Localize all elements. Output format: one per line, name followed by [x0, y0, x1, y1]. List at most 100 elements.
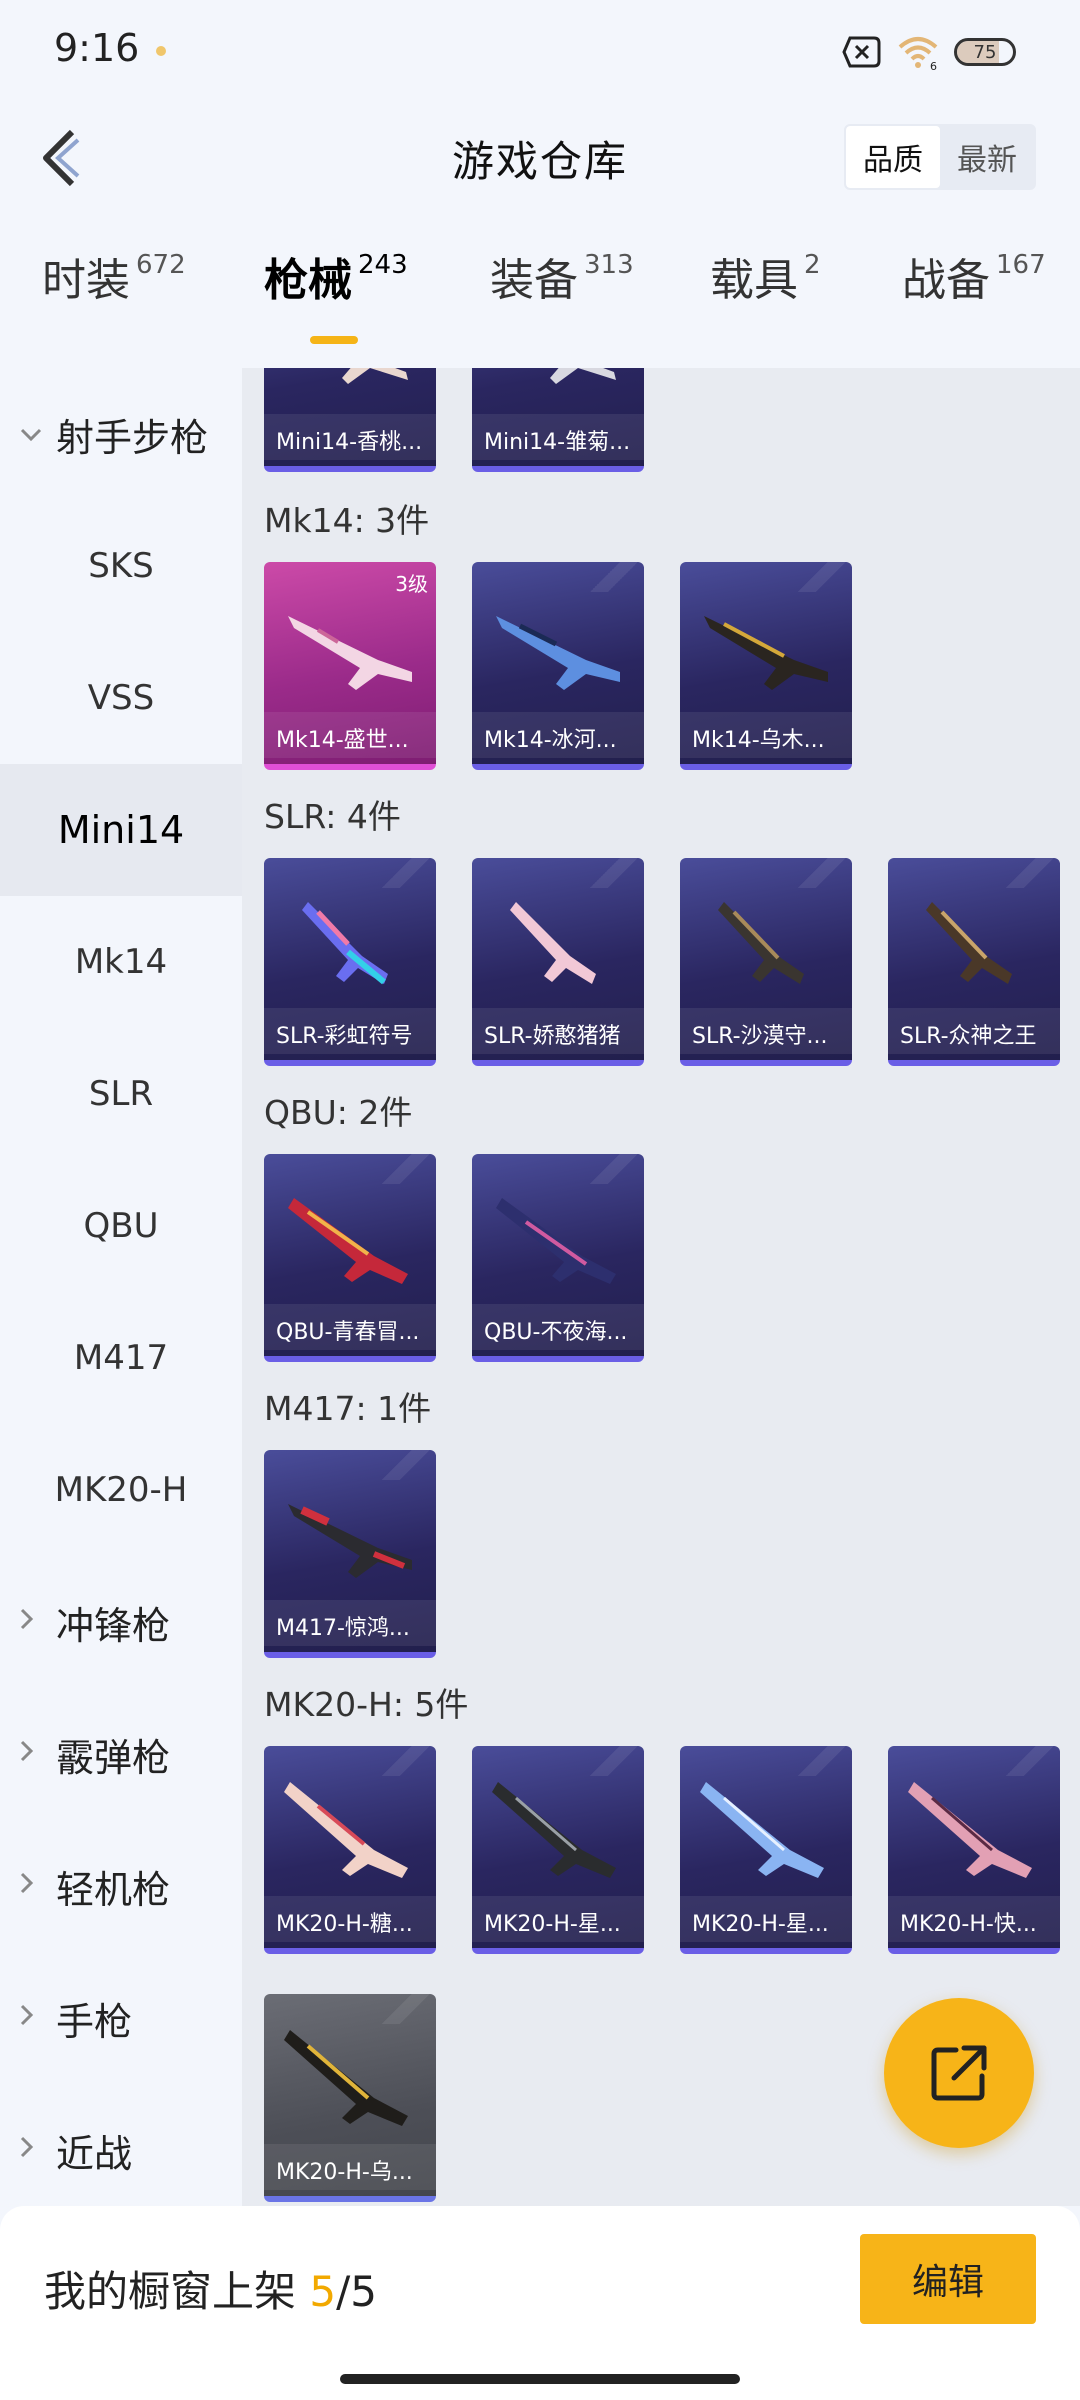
sidebar-group-melee[interactable]: 近战 [0, 2084, 242, 2216]
active-tab-indicator [310, 336, 358, 344]
sort-toggle: 品质 最新 [844, 124, 1036, 190]
weapon-grid: Mini14-香桃... Mini14-雏菊... Mk14: 3件 3级 Mk… [242, 368, 1080, 2206]
weapon-name: SLR-彩虹符号 [264, 1008, 436, 1054]
weapon-card[interactable]: MK20-H-糖... [264, 1746, 436, 1954]
weapon-name: MK20-H-乌... [264, 2144, 436, 2190]
sidebar-group-label: 射手步枪 [56, 415, 209, 460]
sidebar-group-marksman[interactable]: 射手步枪 [0, 368, 242, 500]
edit-button[interactable]: 编辑 [860, 2234, 1036, 2324]
weapon-rifle-icon [288, 616, 412, 690]
tab-count: 167 [996, 250, 1046, 280]
sidebar-item-mini14[interactable]: Mini14 [0, 764, 242, 896]
weapon-card[interactable]: SLR-众神之王 [888, 858, 1060, 1066]
weapon-card[interactable]: MK20-H-星... [472, 1746, 644, 1954]
weapon-rifle-icon [288, 1504, 412, 1578]
tab-vehicles[interactable]: 载具 2 [710, 244, 821, 308]
home-indicator[interactable] [340, 2374, 740, 2384]
sidebar-group-label: 手枪 [56, 1999, 133, 2044]
weapon-rifle-icon [926, 902, 1012, 984]
category-tabs: 时装 672 枪械 243 装备 313 载具 2 战备 167 [0, 244, 1080, 354]
weapon-card[interactable]: QBU-不夜海... [472, 1154, 644, 1362]
tab-count: 672 [136, 250, 186, 280]
tab-count: 313 [584, 250, 634, 280]
svg-text:6: 6 [930, 60, 937, 71]
weapon-card[interactable]: MK20-H-乌... [264, 1994, 436, 2202]
weapon-card[interactable]: M417-惊鸿... [264, 1450, 436, 1658]
weapon-name: Mini14-香桃... [264, 414, 436, 460]
weapon-rifle-icon [284, 2030, 408, 2126]
sidebar-item-sks[interactable]: SKS [0, 500, 242, 632]
sidebar-group-pistol[interactable]: 手枪 [0, 1952, 242, 2084]
sidebar-group-label: 霰弹枪 [56, 1735, 171, 1780]
share-external-icon [931, 2045, 987, 2101]
weapon-card[interactable]: 3级 Mk14-盛世... [264, 562, 436, 770]
sidebar-item-mk20h[interactable]: MK20-H [0, 1424, 242, 1556]
weapon-name: Mk14-盛世... [264, 712, 436, 758]
tab-label: 枪械 [264, 255, 352, 306]
weapon-name: Mk14-冰河... [472, 712, 644, 758]
weapon-card[interactable]: MK20-H-快... [888, 1746, 1060, 1954]
weapon-name: MK20-H-快... [888, 1896, 1060, 1942]
weapon-card[interactable]: SLR-彩虹符号 [264, 858, 436, 1066]
chevron-right-icon [20, 1607, 56, 1637]
sidebar-item-qbu[interactable]: QBU [0, 1160, 242, 1292]
sort-by-quality[interactable]: 品质 [846, 126, 940, 188]
sidebar-group-shotgun[interactable]: 霰弹枪 [0, 1688, 242, 1820]
weapon-name: SLR-沙漠守... [680, 1008, 852, 1054]
weapon-name: SLR-娇憨猪猪 [472, 1008, 644, 1054]
weapon-name: MK20-H-星... [472, 1896, 644, 1942]
notification-dot-icon [156, 46, 166, 56]
tab-fashion[interactable]: 时装 672 [42, 244, 186, 308]
chevron-right-icon [20, 1739, 56, 1769]
sidebar-group-label: 近战 [56, 2131, 133, 2176]
weapon-rifle-icon [510, 902, 596, 984]
weapon-card[interactable]: Mk14-乌木... [680, 562, 852, 770]
share-button[interactable] [884, 1998, 1034, 2148]
chevron-right-icon [20, 2003, 56, 2033]
tab-equipment[interactable]: 装备 313 [490, 244, 634, 308]
weapon-rifle-icon [284, 1782, 408, 1878]
chevron-down-icon [20, 419, 56, 449]
weapon-card[interactable]: Mini14-香桃... [264, 368, 436, 472]
weapon-rifle-icon [302, 902, 388, 985]
sidebar-group-lmg[interactable]: 轻机枪 [0, 1820, 242, 1952]
weapon-name: SLR-众神之王 [888, 1008, 1060, 1054]
weapon-card[interactable]: SLR-娇憨猪猪 [472, 858, 644, 1066]
sidebar-item-slr[interactable]: SLR [0, 1028, 242, 1160]
battery-level: 75 [973, 41, 997, 63]
weapon-card[interactable]: SLR-沙漠守... [680, 858, 852, 1066]
tab-label: 时装 [42, 255, 130, 306]
status-bar: 9:16 6 75 [0, 0, 1080, 104]
sidebar-group-label: 轻机枪 [56, 1867, 171, 1912]
weapon-sidebar: 射手步枪 SKS VSS Mini14 Mk14 SLR QBU M417 MK… [0, 368, 242, 2206]
weapon-rifle-icon [700, 1782, 824, 1878]
weapon-card[interactable]: Mk14-冰河... [472, 562, 644, 770]
chevron-right-icon [20, 2135, 56, 2165]
weapon-rifle-icon [496, 616, 620, 690]
weapon-rifle-icon [704, 616, 828, 690]
weapon-name: M417-惊鸿... [264, 1600, 436, 1646]
weapon-card[interactable]: QBU-青春冒... [264, 1154, 436, 1362]
weapon-rifle-icon [496, 1198, 616, 1284]
chevron-right-icon [20, 1871, 56, 1901]
weapon-card[interactable]: Mini14-雏菊... [472, 368, 644, 472]
tab-label: 载具 [710, 255, 798, 306]
sort-by-newest[interactable]: 最新 [940, 126, 1034, 188]
sidebar-item-vss[interactable]: VSS [0, 632, 242, 764]
section-title-mk14: Mk14: 3件 [264, 501, 430, 540]
showcase-label: 我的橱窗上架 5/5 [44, 2258, 377, 2319]
weapon-rifle-icon [550, 368, 616, 384]
tab-supplies[interactable]: 战备 167 [902, 244, 1046, 308]
tab-firearms[interactable]: 枪械 243 [264, 244, 408, 308]
sidebar-group-label: 冲锋枪 [56, 1603, 171, 1648]
battery-icon: 75 [954, 38, 1016, 66]
weapon-card[interactable]: MK20-H-星... [680, 1746, 852, 1954]
sidebar-item-m417[interactable]: M417 [0, 1292, 242, 1424]
sidebar-item-mk14[interactable]: Mk14 [0, 896, 242, 1028]
section-title-qbu: QBU: 2件 [264, 1093, 413, 1132]
weapon-name: MK20-H-糖... [264, 1896, 436, 1942]
wifi-icon: 6 [898, 37, 938, 71]
sidebar-group-smg[interactable]: 冲锋枪 [0, 1556, 242, 1688]
weapon-name: QBU-青春冒... [264, 1304, 436, 1350]
weapon-name: QBU-不夜海... [472, 1304, 644, 1350]
